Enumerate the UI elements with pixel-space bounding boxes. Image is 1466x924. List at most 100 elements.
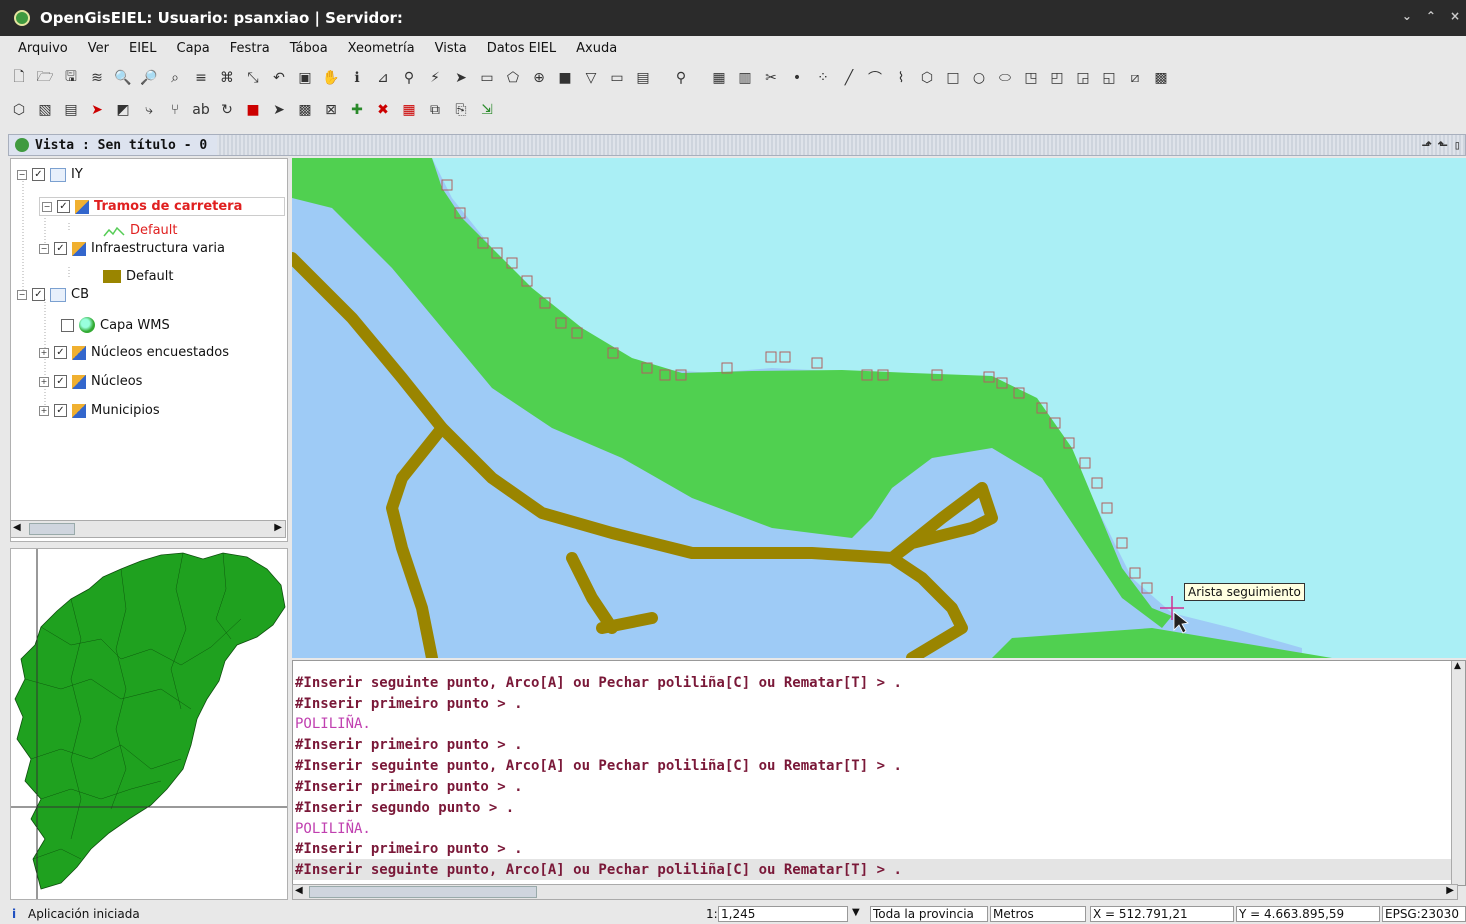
- open-folder-icon[interactable]: 🗁: [34, 67, 56, 89]
- toc-group-iy[interactable]: − ✓ IY: [17, 167, 83, 182]
- line-icon[interactable]: ╱: [838, 67, 860, 89]
- abc-icon[interactable]: ab: [190, 99, 212, 121]
- snap-icon[interactable]: ⊕: [528, 67, 550, 89]
- zoom-in-icon[interactable]: 🔍: [112, 67, 134, 89]
- menu-datos-eiel[interactable]: Datos EIEL: [487, 41, 556, 56]
- shape-icon[interactable]: ⬡: [8, 99, 30, 121]
- visibility-checkbox[interactable]: ✓: [32, 168, 45, 181]
- view-title-tab[interactable]: Vista : Sen título - 0: [9, 135, 218, 155]
- toc-layer-tramos[interactable]: − ✓ Tramos de carretera: [39, 197, 285, 216]
- crs-field[interactable]: EPSG:23030: [1382, 906, 1466, 922]
- expand-icon[interactable]: +: [39, 405, 49, 416]
- menu-axuda[interactable]: Axuda: [576, 41, 617, 56]
- menu-capa[interactable]: Capa: [177, 41, 210, 56]
- command-console[interactable]: #Inserir seguinte punto, Arco[A] ou Pech…: [292, 660, 1466, 886]
- console-vertical-scrollbar[interactable]: ▲: [1451, 661, 1465, 885]
- visibility-checkbox[interactable]: ✓: [54, 242, 67, 255]
- collapse-icon[interactable]: −: [42, 201, 52, 212]
- scroll-up-icon[interactable]: ▲: [1454, 661, 1461, 671]
- ellipse-icon[interactable]: ⬭: [994, 67, 1016, 89]
- stop-icon[interactable]: ■: [242, 99, 264, 121]
- undock-icon[interactable]: ⬏: [1422, 138, 1432, 152]
- paste-icon[interactable]: ⎘: [450, 99, 472, 121]
- visibility-checkbox[interactable]: ✓: [54, 404, 67, 417]
- rectangle-icon[interactable]: □: [942, 67, 964, 89]
- multipoint-icon[interactable]: ⁘: [812, 67, 834, 89]
- rotate-icon[interactable]: ◲: [1072, 67, 1094, 89]
- chart-icon[interactable]: ◩: [112, 99, 134, 121]
- menu-festra[interactable]: Festra: [230, 41, 270, 56]
- visibility-checkbox[interactable]: [61, 318, 74, 332]
- region-select[interactable]: Toda la provincia: [870, 906, 988, 922]
- layers-icon[interactable]: ≋: [86, 67, 108, 89]
- circle-icon[interactable]: ○: [968, 67, 990, 89]
- move-icon[interactable]: ◰: [1046, 67, 1068, 89]
- scroll-thumb[interactable]: [29, 523, 75, 535]
- toc-layer-nucleos[interactable]: + ✓ Núcleos: [39, 374, 142, 389]
- expand-icon[interactable]: +: [39, 347, 49, 358]
- query-icon[interactable]: ⚲: [398, 67, 420, 89]
- box-cross-icon[interactable]: ⊠: [320, 99, 342, 121]
- export-icon[interactable]: ⇲: [476, 99, 498, 121]
- zoom-previous-icon[interactable]: ⤡: [242, 67, 264, 89]
- tools-icon[interactable]: ✂: [760, 67, 782, 89]
- maximize-icon[interactable]: ⌃: [1426, 9, 1436, 23]
- visibility-checkbox[interactable]: ✓: [54, 375, 67, 388]
- visibility-checkbox[interactable]: ✓: [54, 346, 67, 359]
- menu-arquivo[interactable]: Arquivo: [18, 41, 68, 56]
- zoom-layer-icon[interactable]: ≡: [190, 67, 212, 89]
- search-icon[interactable]: ⚲: [670, 67, 692, 89]
- toc-layer-municipios[interactable]: + ✓ Municipios: [39, 403, 160, 418]
- info-icon[interactable]: ℹ: [346, 67, 368, 89]
- menu-eiel[interactable]: EIEL: [129, 41, 157, 56]
- visibility-checkbox[interactable]: ✓: [32, 288, 45, 301]
- overview-map[interactable]: [10, 548, 288, 900]
- toc-layer-wms[interactable]: Capa WMS: [61, 317, 170, 333]
- toc-layer-nucleos-encuestados[interactable]: + ✓ Núcleos encuestados: [39, 345, 229, 360]
- frame-icon[interactable]: ▣: [294, 67, 316, 89]
- console-horizontal-scrollbar[interactable]: ◀ ▶: [292, 884, 1458, 900]
- pointer-red-icon[interactable]: ➤: [86, 99, 108, 121]
- minimize-icon[interactable]: ⌄: [1402, 9, 1412, 23]
- grey-square-icon[interactable]: ■: [554, 67, 576, 89]
- point-icon[interactable]: •: [786, 67, 808, 89]
- polygon-icon[interactable]: ⬡: [916, 67, 938, 89]
- save-icon[interactable]: 🖫: [60, 67, 82, 89]
- new-file-icon[interactable]: 🗋: [8, 67, 30, 89]
- edit-vertex-icon[interactable]: ◳: [1020, 67, 1042, 89]
- scale-dropdown-icon[interactable]: ▼: [852, 907, 860, 918]
- menu-taboa[interactable]: Táboa: [290, 41, 328, 56]
- select-pointer-icon[interactable]: ➤: [268, 99, 290, 121]
- add-icon[interactable]: ✚: [346, 99, 368, 121]
- zoom-select-icon[interactable]: ⌘: [216, 67, 238, 89]
- zoom-full-icon[interactable]: ⌕: [164, 67, 186, 89]
- delete-icon[interactable]: ✖: [372, 99, 394, 121]
- symmetry-icon[interactable]: ⧄: [1124, 67, 1146, 89]
- arc-icon[interactable]: ⌒: [864, 67, 886, 89]
- stack-icon[interactable]: ▤: [60, 99, 82, 121]
- scale-icon[interactable]: ◱: [1098, 67, 1120, 89]
- select-arrow-icon[interactable]: ➤: [450, 67, 472, 89]
- measure-icon[interactable]: ⊿: [372, 67, 394, 89]
- menu-vista[interactable]: Vista: [435, 41, 467, 56]
- scroll-right-icon[interactable]: ▶: [1446, 885, 1454, 896]
- layer-edit-icon[interactable]: ▧: [34, 99, 56, 121]
- collapse-icon[interactable]: −: [17, 169, 27, 180]
- window-icon[interactable]: ▯: [1454, 138, 1461, 152]
- split-icon[interactable]: ⑂: [164, 99, 186, 121]
- scroll-thumb[interactable]: [309, 886, 537, 898]
- report-icon[interactable]: ▥: [734, 67, 756, 89]
- disabled-tool-icon[interactable]: ▩: [294, 99, 316, 121]
- filter-icon[interactable]: ▽: [580, 67, 602, 89]
- menu-ver[interactable]: Ver: [88, 41, 109, 56]
- toc-layer-infraestructura[interactable]: − ✓ Infraestructura varia: [39, 241, 225, 256]
- visibility-checkbox[interactable]: ✓: [57, 200, 70, 213]
- float-icon[interactable]: ⬑: [1438, 138, 1448, 152]
- table-red-icon[interactable]: ▦: [398, 99, 420, 121]
- expand-icon[interactable]: +: [39, 376, 49, 387]
- table-icon[interactable]: ▤: [632, 67, 654, 89]
- grid-icon[interactable]: ▦: [708, 67, 730, 89]
- scale-input[interactable]: 1,245: [718, 906, 848, 922]
- copy-icon[interactable]: ⧉: [424, 99, 446, 121]
- scroll-left-icon[interactable]: ◀: [295, 885, 303, 896]
